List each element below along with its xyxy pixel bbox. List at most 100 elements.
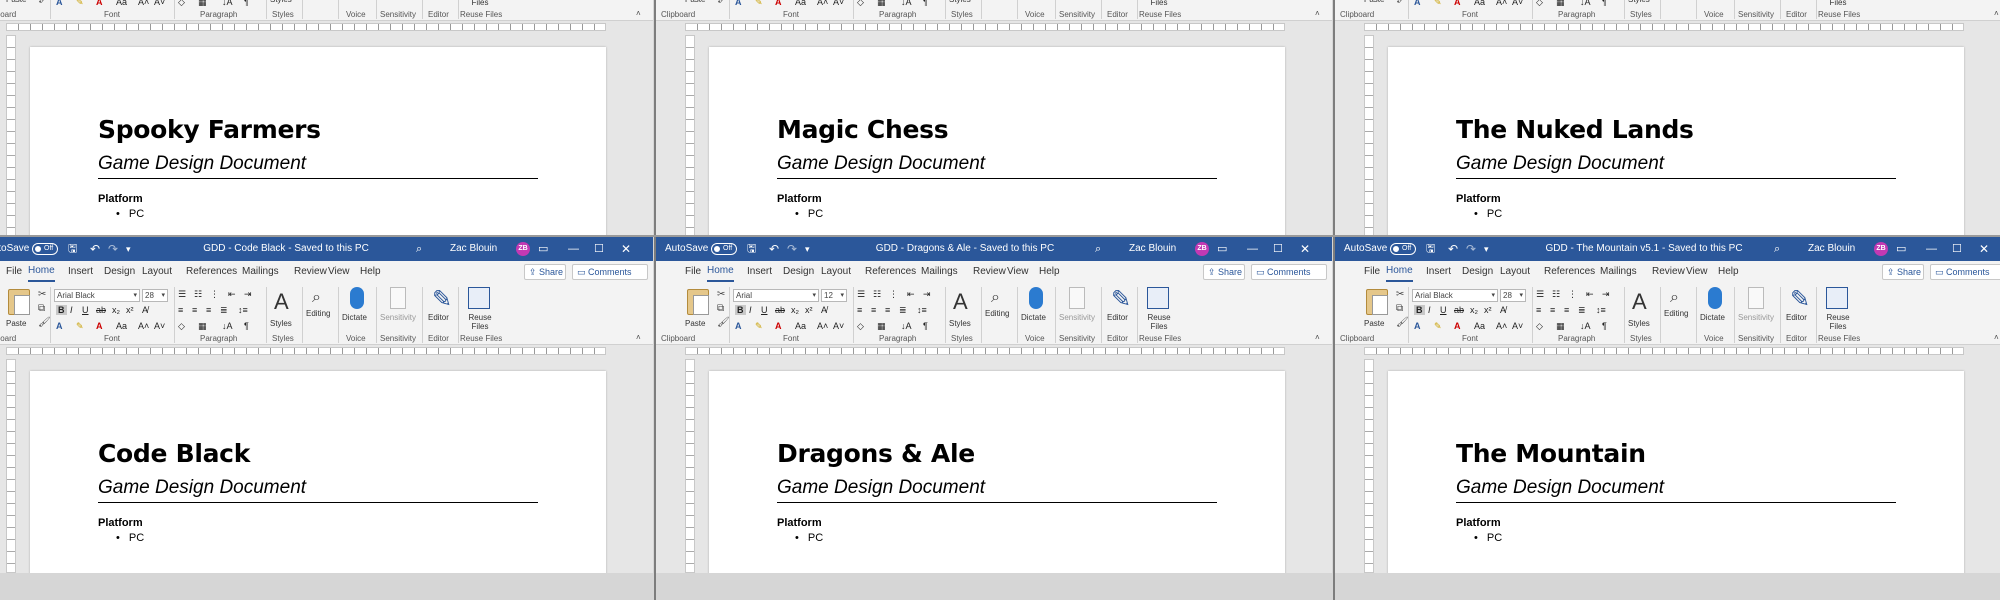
- styles-icon[interactable]: A: [1632, 289, 1647, 315]
- dictate-button-label[interactable]: Dictate: [1021, 313, 1046, 322]
- search-icon[interactable]: ⌕: [1774, 237, 1780, 261]
- sort-icon[interactable]: ↓A: [901, 0, 912, 7]
- align-center-icon[interactable]: ≡: [871, 305, 876, 315]
- tab-mailings[interactable]: Mailings: [921, 261, 958, 283]
- ribbon-display-options-icon[interactable]: ▭: [1217, 237, 1227, 261]
- document-page[interactable]: The Nuked Lands Game Design Document Pla…: [1388, 47, 1964, 249]
- paste-icon[interactable]: [687, 289, 709, 315]
- numbering-icon[interactable]: ☷: [1552, 289, 1560, 300]
- vertical-ruler[interactable]: [6, 35, 16, 249]
- tab-home[interactable]: Home: [1386, 261, 1413, 282]
- tab-file[interactable]: File: [685, 261, 701, 283]
- paste-label[interactable]: Paste: [685, 319, 705, 328]
- align-left-icon[interactable]: ≡: [857, 305, 862, 315]
- microphone-icon[interactable]: [350, 287, 364, 309]
- change-case-icon[interactable]: Aa: [795, 321, 806, 331]
- tab-design[interactable]: Design: [783, 261, 814, 283]
- styles-button-label[interactable]: Styles: [949, 0, 971, 4]
- game-title[interactable]: Magic Chess: [777, 115, 949, 144]
- sensitivity-icon[interactable]: [1069, 287, 1085, 309]
- customize-toolbar-icon[interactable]: ▾: [1484, 237, 1489, 261]
- document-subtitle[interactable]: Game Design Document: [1456, 153, 1896, 179]
- horizontal-ruler[interactable]: [1334, 21, 2000, 33]
- tab-review[interactable]: Review: [973, 261, 1006, 283]
- platform-list-item[interactable]: PC: [1474, 532, 1502, 544]
- document-page[interactable]: Magic Chess Game Design Document Platfor…: [709, 47, 1285, 249]
- increase-indent-icon[interactable]: ⇥: [244, 289, 252, 300]
- styles-icon[interactable]: A: [953, 289, 968, 315]
- bold-button[interactable]: B: [56, 305, 67, 315]
- redo-icon[interactable]: ↷: [108, 237, 118, 261]
- borders-icon[interactable]: ▦: [877, 0, 886, 8]
- redo-icon[interactable]: ↷: [787, 237, 797, 261]
- tab-insert[interactable]: Insert: [747, 261, 772, 283]
- autosave-toggle[interactable]: Off: [32, 243, 58, 255]
- text-effects-icon[interactable]: A: [1414, 0, 1421, 7]
- align-center-icon[interactable]: ≡: [192, 305, 197, 315]
- multilevel-list-icon[interactable]: ⋮: [1568, 289, 1577, 300]
- paste-label[interactable]: Paste: [1364, 0, 1384, 4]
- highlight-icon[interactable]: ✎: [1434, 0, 1442, 8]
- maximize-icon[interactable]: ☐: [594, 237, 604, 261]
- search-icon[interactable]: ⌕: [1095, 237, 1101, 261]
- customize-toolbar-icon[interactable]: ▾: [126, 237, 131, 261]
- line-spacing-icon[interactable]: ↕≡: [1596, 305, 1606, 315]
- undo-icon[interactable]: ↶: [769, 237, 779, 261]
- tab-help[interactable]: Help: [360, 261, 381, 283]
- platform-heading[interactable]: Platform: [98, 193, 143, 205]
- shading-icon[interactable]: ◇: [1536, 0, 1543, 8]
- tab-view[interactable]: View: [328, 261, 350, 283]
- collapse-ribbon-icon[interactable]: ˄: [1315, 333, 1320, 342]
- styles-icon[interactable]: A: [274, 289, 289, 315]
- text-effects-icon[interactable]: A: [735, 321, 742, 331]
- reuse-files-icon[interactable]: [1826, 287, 1848, 309]
- font-color-icon[interactable]: A: [1454, 321, 1461, 331]
- save-icon[interactable]: 🖫: [68, 237, 77, 261]
- tab-references[interactable]: References: [186, 261, 237, 283]
- document-page[interactable]: Code Black Game Design Document Platform…: [30, 371, 606, 573]
- paste-label[interactable]: Paste: [685, 0, 705, 4]
- borders-icon[interactable]: ▦: [198, 321, 207, 332]
- justify-icon[interactable]: ≣: [1578, 305, 1586, 316]
- align-right-icon[interactable]: ≡: [1564, 305, 1569, 315]
- reuse-files-icon[interactable]: [468, 287, 490, 309]
- tab-insert[interactable]: Insert: [1426, 261, 1451, 283]
- show-paragraph-marks-icon[interactable]: ¶: [244, 321, 249, 331]
- reuse-files-button-label[interactable]: Reuse Files: [1143, 0, 1175, 7]
- reuse-files-icon[interactable]: [1147, 287, 1169, 309]
- grow-font-icon[interactable]: A˄: [817, 321, 828, 331]
- share-button[interactable]: ⇪ Share: [524, 264, 566, 280]
- editing-button-label[interactable]: Editing: [1664, 309, 1688, 318]
- reuse-files-button-label[interactable]: Reuse Files: [1822, 313, 1854, 331]
- change-case-icon[interactable]: Aa: [1474, 0, 1485, 7]
- sort-icon[interactable]: ↓A: [222, 321, 233, 331]
- clear-formatting-icon[interactable]: A̸: [142, 305, 148, 315]
- user-name[interactable]: Zac Blouin: [1129, 237, 1176, 261]
- undo-icon[interactable]: ↶: [90, 237, 100, 261]
- text-effects-icon[interactable]: A: [735, 0, 742, 7]
- close-icon[interactable]: ✕: [1979, 237, 1989, 261]
- italic-button[interactable]: I: [70, 305, 73, 315]
- grow-font-icon[interactable]: A˄: [138, 0, 149, 7]
- platform-list-item[interactable]: PC: [795, 532, 823, 544]
- sensitivity-button-label[interactable]: Sensitivity: [1059, 313, 1095, 322]
- paste-label[interactable]: Paste: [6, 319, 26, 328]
- shading-icon[interactable]: ◇: [178, 0, 185, 8]
- editor-button-label[interactable]: Editor: [1107, 313, 1128, 322]
- microphone-icon[interactable]: [1029, 287, 1043, 309]
- format-painter-icon[interactable]: 🖌: [38, 317, 51, 328]
- format-painter-icon[interactable]: 🖌: [717, 317, 730, 328]
- collapse-ribbon-icon[interactable]: ˄: [1994, 333, 1999, 342]
- tab-design[interactable]: Design: [104, 261, 135, 283]
- tab-help[interactable]: Help: [1039, 261, 1060, 283]
- shading-icon[interactable]: ◇: [857, 0, 864, 8]
- format-painter-icon[interactable]: 🖌: [38, 0, 51, 4]
- game-title[interactable]: Dragons & Ale: [777, 439, 975, 468]
- sensitivity-button-label[interactable]: Sensitivity: [380, 313, 416, 322]
- document-subtitle[interactable]: Game Design Document: [777, 153, 1217, 179]
- clear-formatting-icon[interactable]: A̸: [1500, 305, 1506, 315]
- styles-button-label[interactable]: Styles: [1628, 319, 1650, 328]
- italic-button[interactable]: I: [1428, 305, 1431, 315]
- grow-font-icon[interactable]: A˄: [1496, 0, 1507, 7]
- strikethrough-button[interactable]: ab: [775, 305, 785, 315]
